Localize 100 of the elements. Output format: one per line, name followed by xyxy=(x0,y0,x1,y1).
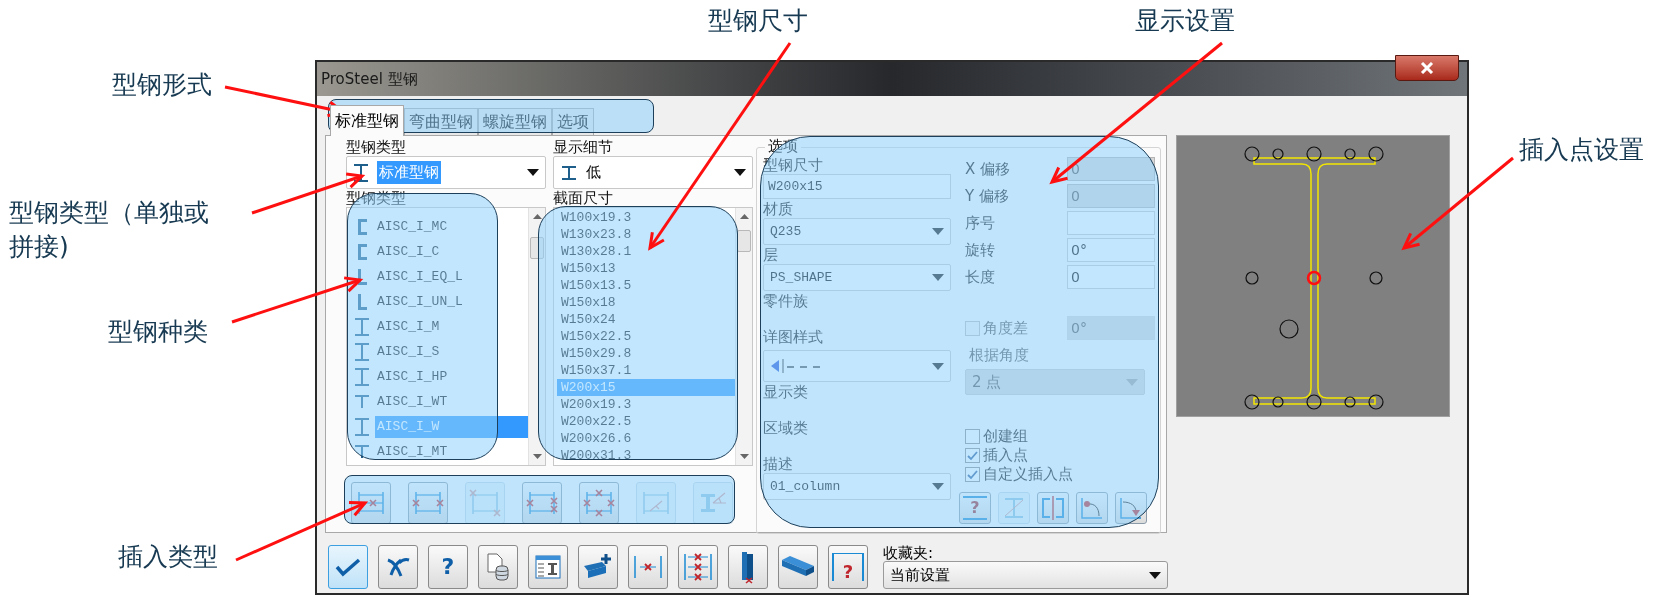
rotate-arrow-icon xyxy=(1079,496,1105,520)
callout-label: 型钢尺寸 xyxy=(708,5,808,37)
callout-label: 插入点设置 xyxy=(1519,134,1644,166)
toolbar-button[interactable] xyxy=(678,545,718,589)
insert-crosses-icon xyxy=(682,552,714,582)
insertion-point-marker[interactable] xyxy=(1244,394,1260,410)
dropdown[interactable]: 低 xyxy=(553,156,753,189)
scroll-thumb[interactable] xyxy=(530,237,544,259)
toolbar-button[interactable]: ? xyxy=(428,545,468,589)
text-field[interactable]: 0° xyxy=(1067,238,1155,262)
scrollbar[interactable] xyxy=(528,208,545,465)
window-title: ProSteel 型钢 xyxy=(321,68,418,90)
insertion-point-marker[interactable] xyxy=(1369,271,1383,285)
list-item[interactable]: AISC_I_UN_L xyxy=(353,289,528,314)
list-item[interactable]: W100x19.3 xyxy=(557,209,735,226)
close-button[interactable] xyxy=(1395,55,1459,81)
toolbar-button[interactable] xyxy=(378,545,418,589)
dropdown[interactable]: 标准型钢 xyxy=(346,156,546,189)
tab[interactable]: 螺旋型钢 xyxy=(478,108,552,135)
caret-icon xyxy=(932,362,944,370)
toolbar-button[interactable] xyxy=(728,545,768,589)
list-item[interactable]: W200x19.3 xyxy=(557,396,735,413)
toolbar-button[interactable] xyxy=(778,545,818,589)
list-item[interactable]: AISC_I_HP xyxy=(353,364,528,389)
scroll-up-icon[interactable] xyxy=(740,214,749,219)
text-field[interactable]: W200x15 xyxy=(763,174,951,199)
scroll-down-icon[interactable] xyxy=(740,454,749,459)
table-icon xyxy=(535,555,561,579)
list-item[interactable]: AISC_I_C xyxy=(353,239,528,264)
close-icon xyxy=(1420,62,1434,74)
toolbar-button[interactable] xyxy=(578,545,618,589)
ibeam-icon xyxy=(354,416,370,437)
list-item[interactable]: AISC_I_M xyxy=(353,314,528,339)
insertion-point-marker[interactable] xyxy=(1368,146,1384,162)
dropdown[interactable]: 当前设置 xyxy=(883,561,1168,589)
list-item[interactable]: W200x31.3 xyxy=(557,447,735,464)
list-item[interactable]: AISC_I_EQ_L xyxy=(353,264,528,289)
toolbar-button[interactable]: ? xyxy=(828,545,868,589)
checkbox-label: 自定义插入点 xyxy=(983,464,1073,486)
checkbox[interactable] xyxy=(965,448,980,463)
insert-type-button[interactable] xyxy=(522,482,562,524)
insertion-point-marker[interactable] xyxy=(1279,319,1299,339)
list-item[interactable]: AISC_I_S xyxy=(353,339,528,364)
insertion-point-marker[interactable] xyxy=(1306,270,1322,286)
scroll-up-icon[interactable] xyxy=(533,214,542,219)
side-crosses-icon xyxy=(412,489,444,517)
center-cross-icon xyxy=(355,489,387,517)
toolbar-button[interactable] xyxy=(528,545,568,589)
list-item[interactable]: AISC_I_MC xyxy=(353,214,528,239)
list-item[interactable]: W150x18 xyxy=(557,294,735,311)
list-item[interactable]: W130x28.1 xyxy=(557,243,735,260)
list-item[interactable]: W150x13 xyxy=(557,260,735,277)
tab[interactable]: 标准型钢 xyxy=(330,105,404,136)
dropdown[interactable]: Q235 xyxy=(763,218,951,245)
scroll-thumb[interactable] xyxy=(737,230,751,252)
scroll-down-icon[interactable] xyxy=(533,454,542,459)
insertion-point-marker[interactable] xyxy=(1245,271,1259,285)
field-label: 描述 xyxy=(763,455,794,473)
icon-button[interactable] xyxy=(1115,492,1147,524)
scrollbar[interactable] xyxy=(735,208,752,465)
callout-label: 插入类型 xyxy=(118,541,218,573)
list-item[interactable]: W150x13.5 xyxy=(557,277,735,294)
question-mark-icon: ? xyxy=(441,556,455,578)
insert-type-button[interactable] xyxy=(579,482,619,524)
insert-type-button[interactable] xyxy=(351,482,391,524)
list-item[interactable]: W200x22.5 xyxy=(557,413,735,430)
channel-icon xyxy=(356,242,368,261)
dropdown[interactable]: PS_SHAPE xyxy=(763,264,951,291)
list-item[interactable]: W150x37.1 xyxy=(557,362,735,379)
list-item[interactable]: W150x22.5 xyxy=(557,328,735,345)
insert-type-button[interactable] xyxy=(408,482,448,524)
ibeam-icon xyxy=(560,163,578,182)
toolbar-button[interactable] xyxy=(478,545,518,589)
list-item[interactable]: AISC_I_MT xyxy=(353,439,528,464)
checkbox[interactable] xyxy=(965,429,980,444)
frame-question-icon: ? xyxy=(832,553,864,581)
tab[interactable]: 弯曲型钢 xyxy=(404,108,478,135)
selected-value: 标准型钢 xyxy=(377,161,441,184)
checkbox[interactable] xyxy=(965,467,980,482)
toolbar-button[interactable] xyxy=(328,545,368,589)
insertion-point-marker[interactable] xyxy=(1244,146,1260,162)
insertion-point-marker[interactable] xyxy=(1306,146,1322,162)
list-item[interactable]: W130x23.8 xyxy=(557,226,735,243)
list-item[interactable]: AISC_I_WT xyxy=(353,389,528,414)
list-item[interactable]: W150x29.8 xyxy=(557,345,735,362)
insertion-point-marker[interactable] xyxy=(1344,396,1356,408)
caret-icon xyxy=(1149,571,1161,579)
tab[interactable]: 选项 xyxy=(552,108,594,135)
insertion-point-marker[interactable] xyxy=(1272,396,1284,408)
curve-cross-icon xyxy=(385,556,411,578)
ibeam-icon xyxy=(354,341,370,362)
list-item[interactable]: W200x26.6 xyxy=(557,430,735,447)
insertion-point-marker[interactable] xyxy=(1272,148,1284,160)
list-item[interactable]: W150x24 xyxy=(557,311,735,328)
insertion-point-marker[interactable] xyxy=(1368,394,1384,410)
text-field[interactable] xyxy=(1067,211,1155,235)
dropdown[interactable]: 01_column xyxy=(763,473,951,500)
insertion-point-marker[interactable] xyxy=(1344,148,1356,160)
text-field[interactable]: 0 xyxy=(1067,265,1155,289)
insertion-point-marker[interactable] xyxy=(1306,394,1322,410)
